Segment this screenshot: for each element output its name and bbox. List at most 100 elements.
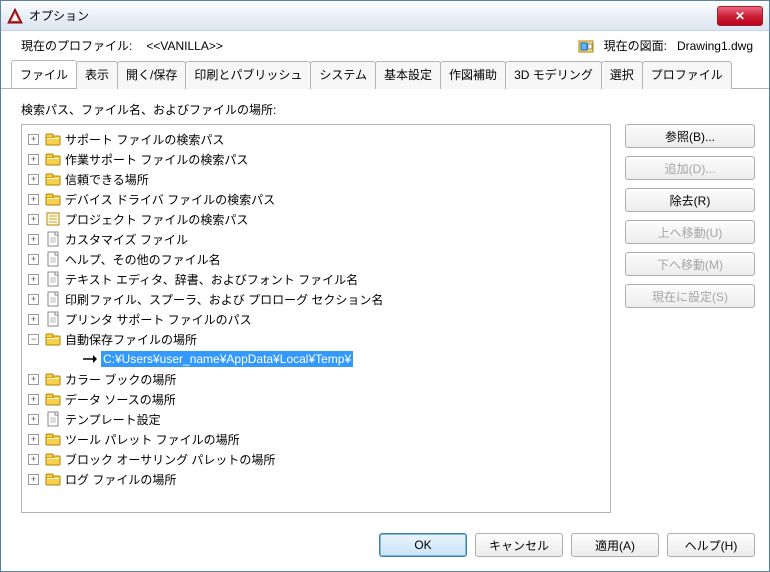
path-tree[interactable]: + サポート ファイルの検索パス + 作業サポート ファイルの検索パス + 信頼できる場所… <box>21 124 611 513</box>
tree-node-label: カスタマイズ ファイル <box>65 231 188 248</box>
profile-row: 現在のプロファイル: <<VANILLA>> 現在の図面: Drawing1.d… <box>1 31 769 58</box>
collapse-toggle[interactable]: − <box>28 334 39 345</box>
content-row: + サポート ファイルの検索パス + 作業サポート ファイルの検索パス + 信頼できる場所… <box>21 124 755 513</box>
tree-node-label: ヘルプ、その他のファイル名 <box>65 251 221 268</box>
expand-toggle[interactable]: + <box>28 254 39 265</box>
tree-node[interactable]: + データ ソースの場所 <box>22 389 610 409</box>
sheet-icon <box>45 211 61 227</box>
tree-node[interactable]: + カスタマイズ ファイル <box>22 229 610 249</box>
file-icon <box>45 411 61 427</box>
tree-node[interactable]: + カラー ブックの場所 <box>22 369 610 389</box>
tree-node[interactable]: + サポート ファイルの検索パス <box>22 129 610 149</box>
expand-toggle[interactable]: + <box>28 294 39 305</box>
folder-icon <box>45 191 61 207</box>
browse-button[interactable]: 参照(B)... <box>625 124 755 148</box>
tree-child-node[interactable]: C:¥Users¥user_name¥AppData¥Local¥Temp¥ <box>22 349 610 369</box>
expand-toggle[interactable]: + <box>28 314 39 325</box>
tree-node-label: ブロック オーサリング パレットの場所 <box>65 451 275 468</box>
tab-8[interactable]: 選択 <box>601 61 643 89</box>
expand-toggle[interactable]: + <box>28 434 39 445</box>
dialog-footer: OK キャンセル 適用(A) ヘルプ(H) <box>1 523 769 571</box>
expand-toggle[interactable]: + <box>28 234 39 245</box>
tree-node[interactable]: + 印刷ファイル、スプーラ、および プロローグ セクション名 <box>22 289 610 309</box>
help-button[interactable]: ヘルプ(H) <box>667 533 755 557</box>
file-icon <box>45 251 61 267</box>
tree-node-label: 作業サポート ファイルの検索パス <box>65 151 248 168</box>
drawing-icon <box>578 38 594 54</box>
folder-icon <box>45 431 61 447</box>
tree-node[interactable]: + ヘルプ、その他のファイル名 <box>22 249 610 269</box>
tab-3[interactable]: 印刷とパブリッシュ <box>185 61 311 89</box>
tab-7[interactable]: 3D モデリング <box>505 61 602 89</box>
tree-node-label: カラー ブックの場所 <box>65 371 176 388</box>
folder-icon <box>45 331 61 347</box>
tab-1[interactable]: 表示 <box>76 61 118 89</box>
file-icon <box>45 311 61 327</box>
ok-button[interactable]: OK <box>379 533 467 557</box>
drawing-label: 現在の図面: <box>604 37 667 54</box>
tree-node[interactable]: + 作業サポート ファイルの検索パス <box>22 149 610 169</box>
expand-toggle[interactable]: + <box>28 134 39 145</box>
tree-child-label: C:¥Users¥user_name¥AppData¥Local¥Temp¥ <box>101 351 353 367</box>
tree-node[interactable]: + ブロック オーサリング パレットの場所 <box>22 449 610 469</box>
arrow-icon <box>81 351 97 367</box>
close-icon: ✕ <box>735 9 745 23</box>
tree-node-label: プロジェクト ファイルの検索パス <box>65 211 248 228</box>
tab-9[interactable]: プロファイル <box>642 61 732 89</box>
folder-icon <box>45 151 61 167</box>
tab-5[interactable]: 基本設定 <box>375 61 441 89</box>
tab-6[interactable]: 作図補助 <box>440 61 506 89</box>
expand-toggle[interactable]: + <box>28 214 39 225</box>
tree-node[interactable]: + 信頼できる場所 <box>22 169 610 189</box>
tree-node[interactable]: + テキスト エディタ、辞書、およびフォント ファイル名 <box>22 269 610 289</box>
tree-node-label: ツール パレット ファイルの場所 <box>65 431 240 448</box>
tree-node-label: プリンタ サポート ファイルのパス <box>65 311 252 328</box>
tab-2[interactable]: 開く/保存 <box>117 61 186 89</box>
window-title: オプション <box>29 7 717 24</box>
tree-node-label: サポート ファイルの検索パス <box>65 131 224 148</box>
apply-button[interactable]: 適用(A) <box>571 533 659 557</box>
tree-node-label: データ ソースの場所 <box>65 391 176 408</box>
remove-button[interactable]: 除去(R) <box>625 188 755 212</box>
expand-toggle[interactable]: + <box>28 194 39 205</box>
tree-node-label: 信頼できる場所 <box>65 171 149 188</box>
tree-node[interactable]: + プロジェクト ファイルの検索パス <box>22 209 610 229</box>
expand-toggle[interactable]: + <box>28 394 39 405</box>
tab-0[interactable]: ファイル <box>11 60 77 88</box>
app-icon <box>7 8 23 24</box>
tree-node-label: テキスト エディタ、辞書、およびフォント ファイル名 <box>65 271 358 288</box>
expand-toggle[interactable]: + <box>28 374 39 385</box>
file-icon <box>45 291 61 307</box>
tab-4[interactable]: システム <box>310 61 376 89</box>
set-current-button[interactable]: 現在に設定(S) <box>625 284 755 308</box>
move-down-button[interactable]: 下へ移動(M) <box>625 252 755 276</box>
tree-node-label: 印刷ファイル、スプーラ、および プロローグ セクション名 <box>65 291 383 308</box>
tree-node-label: 自動保存ファイルの場所 <box>65 331 197 348</box>
tab-strip: ファイル表示開く/保存印刷とパブリッシュシステム基本設定作図補助3D モデリング… <box>1 60 769 89</box>
profile-value: <<VANILLA>> <box>146 39 223 53</box>
folder-icon <box>45 391 61 407</box>
expand-toggle[interactable]: + <box>28 274 39 285</box>
cancel-button[interactable]: キャンセル <box>475 533 563 557</box>
move-up-button[interactable]: 上へ移動(U) <box>625 220 755 244</box>
expand-toggle[interactable]: + <box>28 174 39 185</box>
add-button[interactable]: 追加(D)... <box>625 156 755 180</box>
tree-node[interactable]: − 自動保存ファイルの場所 <box>22 329 610 349</box>
tree-node[interactable]: +ログ ファイルの場所 <box>22 469 610 489</box>
tree-node[interactable]: + ツール パレット ファイルの場所 <box>22 429 610 449</box>
folder-icon <box>45 471 61 487</box>
titlebar: オプション ✕ <box>1 1 769 31</box>
profile-label: 現在のプロファイル: <box>21 37 132 54</box>
folder-icon <box>45 371 61 387</box>
tree-node[interactable]: +デバイス ドライバ ファイルの検索パス <box>22 189 610 209</box>
expand-toggle[interactable]: + <box>28 154 39 165</box>
expand-toggle[interactable]: + <box>28 474 39 485</box>
tree-node[interactable]: + テンプレート設定 <box>22 409 610 429</box>
close-button[interactable]: ✕ <box>717 6 763 26</box>
tree-node-label: テンプレート設定 <box>65 411 161 428</box>
expand-toggle[interactable]: + <box>28 454 39 465</box>
folder-icon <box>45 171 61 187</box>
section-label: 検索パス、ファイル名、およびファイルの場所: <box>21 101 755 118</box>
tree-node[interactable]: + プリンタ サポート ファイルのパス <box>22 309 610 329</box>
expand-toggle[interactable]: + <box>28 414 39 425</box>
